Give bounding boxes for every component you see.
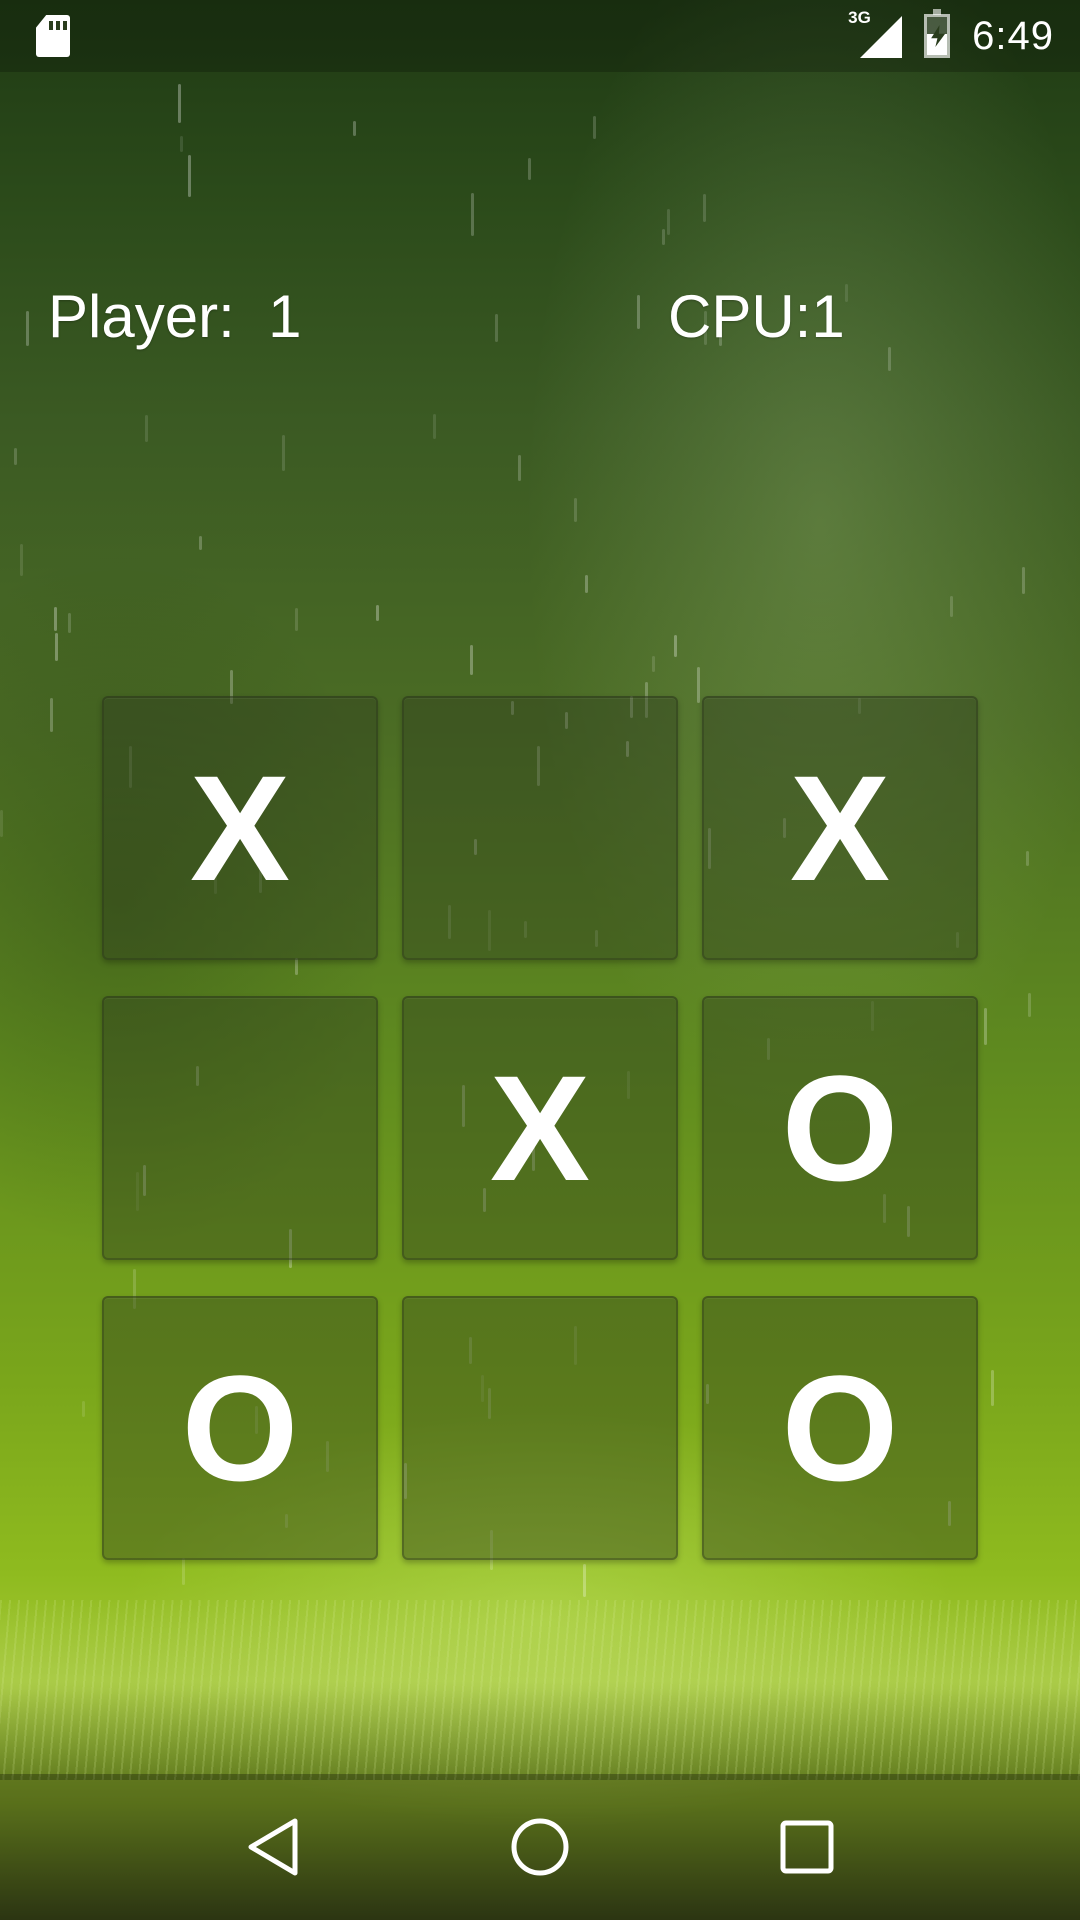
background-grass xyxy=(0,1600,1080,1780)
rain-streak xyxy=(583,1564,586,1597)
board-cell-r2c1[interactable] xyxy=(102,996,378,1260)
rain-streak xyxy=(585,575,588,593)
status-clock: 6:49 xyxy=(972,13,1054,58)
rain-streak xyxy=(652,656,655,672)
rain-streak xyxy=(471,193,474,236)
rain-streak xyxy=(1028,993,1031,1017)
rain-streak xyxy=(353,121,356,136)
rain-streak xyxy=(574,498,577,522)
rain-streak xyxy=(667,209,670,235)
rain-streak xyxy=(178,84,181,123)
rain-streak xyxy=(1026,851,1029,866)
rain-streak xyxy=(518,455,521,481)
rain-streak xyxy=(82,1401,85,1417)
rain-streak xyxy=(55,633,58,661)
rain-streak xyxy=(433,414,436,439)
rain-streak xyxy=(984,1008,987,1045)
rain-streak xyxy=(888,347,891,371)
board-cell-r1c1[interactable]: X xyxy=(102,696,378,960)
rain-streak xyxy=(495,314,498,342)
rain-streak xyxy=(1022,567,1025,594)
board-cell-r2c2[interactable]: X xyxy=(402,996,678,1260)
rain-streak xyxy=(54,607,57,631)
rain-streak xyxy=(26,311,29,346)
cell-signal-icon: 3G xyxy=(848,8,903,58)
rain-streak xyxy=(145,415,148,442)
back-icon xyxy=(248,1818,298,1876)
board-cell-r2c3[interactable]: O xyxy=(702,996,978,1260)
rain-streak xyxy=(180,136,183,152)
rain-streak xyxy=(14,448,17,465)
home-button[interactable] xyxy=(480,1787,600,1907)
home-icon xyxy=(511,1818,569,1876)
rain-streak xyxy=(703,194,706,222)
player-score: Player: 1 xyxy=(48,283,302,350)
rain-streak xyxy=(295,608,298,631)
rain-streak xyxy=(528,158,531,180)
board-cell-r3c2[interactable] xyxy=(402,1296,678,1560)
rain-streak xyxy=(470,645,473,675)
battery-charging-icon xyxy=(924,9,951,58)
navigation-bar xyxy=(0,1774,1080,1920)
rain-streak xyxy=(182,1558,185,1585)
board-cell-r1c2[interactable] xyxy=(402,696,678,960)
back-button[interactable] xyxy=(213,1787,333,1907)
rain-streak xyxy=(68,613,71,633)
cpu-score: CPU:1 xyxy=(668,283,845,350)
rain-streak xyxy=(674,635,677,657)
rain-streak xyxy=(20,544,23,576)
rain-streak xyxy=(950,596,953,617)
sd-card-icon xyxy=(36,15,70,57)
status-bar: 3G 6:49 xyxy=(0,0,1080,72)
recents-button[interactable] xyxy=(747,1787,867,1907)
board-cell-r1c3[interactable]: X xyxy=(702,696,978,960)
board-cell-r3c1[interactable]: O xyxy=(102,1296,378,1560)
rain-streak xyxy=(593,116,596,139)
status-indicators: 3G 6:49 xyxy=(848,8,1054,59)
rain-streak xyxy=(845,284,848,302)
rain-streak xyxy=(282,435,285,471)
rain-streak xyxy=(662,229,665,245)
rain-streak xyxy=(0,810,3,837)
rain-streak xyxy=(50,698,53,732)
board-cell-r3c3[interactable]: O xyxy=(702,1296,978,1560)
rain-streak xyxy=(188,155,191,197)
rain-streak xyxy=(637,295,640,329)
tic-tac-toe-board: X X X O O O xyxy=(102,696,978,1560)
recents-icon xyxy=(780,1820,834,1874)
rain-streak xyxy=(376,605,379,621)
rain-streak xyxy=(991,1370,994,1406)
rain-streak xyxy=(199,536,202,550)
